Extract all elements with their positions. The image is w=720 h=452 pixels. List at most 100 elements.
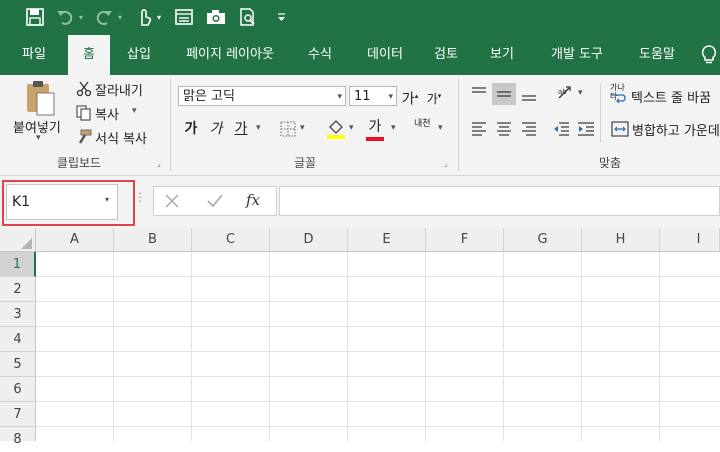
orientation-icon[interactable]: ab — [556, 84, 576, 108]
column-header[interactable]: A — [36, 228, 114, 252]
copy-icon[interactable] — [76, 105, 92, 125]
align-bottom-icon[interactable] — [520, 85, 538, 107]
camera-icon[interactable] — [205, 7, 227, 27]
grow-font-button[interactable]: 가▴ — [401, 86, 419, 110]
column-header[interactable]: D — [270, 228, 348, 252]
row-header[interactable]: 6 — [0, 377, 36, 402]
wrap-text-icon[interactable]: 가나다 — [610, 83, 632, 105]
cut-label[interactable]: 잘라내기 — [95, 80, 143, 99]
font-color-button[interactable]: 가 — [366, 117, 384, 137]
format-painter-label[interactable]: 서식 복사 — [95, 128, 147, 147]
undo-icon[interactable] — [55, 7, 75, 27]
font-size-combo[interactable]: 11 ▾ — [349, 86, 397, 106]
row-header[interactable]: 7 — [0, 402, 36, 427]
tab-formulas[interactable]: 수식 — [300, 35, 340, 75]
row-header[interactable]: 8 — [0, 427, 36, 447]
tab-home[interactable]: 홈 — [68, 35, 110, 76]
cancel-icon[interactable] — [164, 193, 180, 213]
underline-button[interactable]: 가 — [232, 119, 250, 139]
copy-label[interactable]: 복사 — [95, 104, 119, 123]
fill-color-icon[interactable] — [326, 119, 346, 143]
row-header[interactable]: 2 — [0, 277, 36, 302]
form-icon[interactable] — [174, 7, 194, 27]
tab-developer[interactable]: 개발 도구 — [538, 35, 616, 75]
formula-bar-splitter-icon[interactable]: ⋮ — [134, 191, 146, 203]
font-name-dropdown-icon[interactable]: ▾ — [337, 87, 342, 107]
grid-line — [36, 276, 720, 277]
touch-mode-icon[interactable] — [134, 7, 154, 27]
bold-button[interactable]: 가 — [182, 119, 200, 139]
align-right-icon[interactable] — [520, 121, 538, 141]
alignment-group-label: 맞춤 — [598, 156, 622, 170]
enter-icon[interactable] — [206, 193, 224, 213]
italic-button[interactable]: 가 — [207, 119, 225, 139]
tab-view[interactable]: 보기 — [482, 35, 522, 75]
wrap-text-label[interactable]: 텍스트 줄 바꿈 — [631, 87, 711, 106]
tab-data[interactable]: 데이터 — [358, 35, 412, 75]
paste-dropdown-icon[interactable]: ▾ — [36, 133, 41, 143]
tab-review[interactable]: 검토 — [426, 35, 466, 75]
underline-dropdown-icon[interactable]: ▾ — [256, 123, 261, 133]
customize-qat-icon[interactable] — [276, 7, 286, 27]
column-header[interactable]: F — [426, 228, 504, 252]
grid-line — [425, 252, 426, 441]
column-header[interactable]: H — [582, 228, 660, 252]
font-launcher-icon[interactable]: ⌟ — [444, 159, 448, 168]
row-header[interactable]: 1 — [0, 252, 36, 277]
font-color-glyph: 가 — [368, 119, 382, 135]
worksheet-grid[interactable] — [0, 228, 720, 441]
lightbulb-icon[interactable] — [700, 44, 718, 70]
grid-line — [347, 252, 348, 441]
row-header[interactable]: 5 — [0, 352, 36, 377]
copy-dropdown-icon[interactable]: ▾ — [132, 106, 137, 116]
undo-dropdown-icon[interactable]: ▾ — [77, 7, 85, 27]
redo-icon[interactable] — [94, 7, 114, 27]
tab-insert[interactable]: 삽입 — [118, 35, 160, 75]
border-dropdown-icon[interactable]: ▾ — [300, 123, 305, 133]
ribbon-tabs: 파일 홈 삽입 페이지 레이아웃 수식 데이터 검토 보기 개발 도구 도움말 — [0, 35, 720, 76]
fill-color-dropdown-icon[interactable]: ▾ — [349, 123, 354, 133]
column-header[interactable]: I — [660, 228, 720, 252]
row-header[interactable]: 4 — [0, 327, 36, 352]
insert-function-button[interactable]: fx — [246, 191, 260, 209]
formula-input[interactable] — [279, 186, 720, 216]
shrink-font-button[interactable]: 가▾ — [425, 86, 443, 109]
grid-line — [36, 426, 720, 427]
column-header[interactable]: B — [114, 228, 192, 252]
font-group-label: 글꼴 — [293, 156, 317, 170]
row-header[interactable]: 3 — [0, 302, 36, 327]
cut-icon[interactable] — [76, 81, 92, 101]
align-center-icon[interactable] — [495, 121, 513, 141]
column-header[interactable]: C — [192, 228, 270, 252]
grid-line — [503, 252, 504, 441]
grid-line — [269, 252, 270, 441]
orientation-dropdown-icon[interactable]: ▾ — [578, 88, 583, 98]
merge-center-icon[interactable] — [611, 121, 629, 141]
column-header[interactable]: E — [348, 228, 426, 252]
phonetic-button[interactable]: 내천 — [414, 119, 431, 129]
phonetic-dropdown-icon[interactable]: ▾ — [438, 123, 443, 133]
print-preview-icon[interactable] — [238, 7, 258, 27]
touch-dropdown-icon[interactable]: ▾ — [155, 7, 163, 27]
font-size-dropdown-icon[interactable]: ▾ — [388, 87, 393, 107]
border-icon[interactable] — [280, 121, 296, 141]
align-middle-icon[interactable] — [492, 83, 516, 105]
tab-page-layout[interactable]: 페이지 레이아웃 — [174, 35, 286, 75]
save-icon[interactable] — [24, 7, 46, 27]
paste-icon[interactable] — [24, 79, 56, 121]
decrease-indent-icon[interactable] — [552, 121, 570, 141]
tab-file[interactable]: 파일 — [12, 35, 56, 75]
select-all-button[interactable] — [0, 228, 36, 252]
format-painter-icon[interactable] — [76, 129, 92, 149]
tab-help[interactable]: 도움말 — [630, 35, 684, 75]
clipboard-launcher-icon[interactable]: ⌟ — [157, 159, 161, 168]
align-left-icon[interactable] — [470, 121, 488, 141]
font-name-combo[interactable]: 맑은 고딕 ▾ — [178, 86, 346, 106]
font-color-dropdown-icon[interactable]: ▾ — [391, 123, 396, 133]
column-header[interactable]: G — [504, 228, 582, 252]
increase-indent-icon[interactable] — [577, 121, 595, 141]
clipboard-group-label: 클립보드 — [56, 156, 102, 170]
merge-center-label[interactable]: 병합하고 가운데 — [632, 120, 720, 139]
align-top-icon[interactable] — [470, 85, 488, 107]
redo-dropdown-icon[interactable]: ▾ — [116, 7, 124, 27]
